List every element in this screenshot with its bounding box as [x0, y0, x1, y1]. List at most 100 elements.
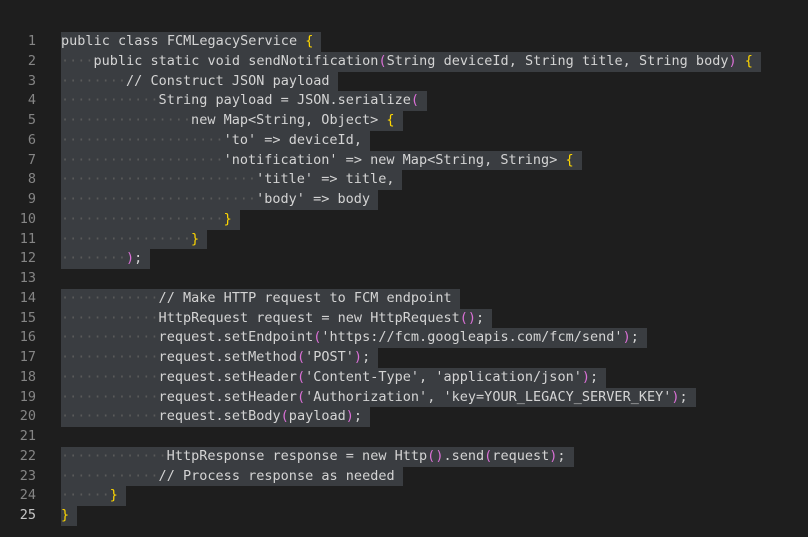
- code-content: request.setHeader('Content-Type', 'appli…: [158, 368, 599, 385]
- line-number: 25: [19, 507, 36, 523]
- code-line[interactable]: 21: [0, 427, 808, 447]
- code-selection: public class FCMLegacyService {: [61, 32, 322, 52]
- code-selection: ············String payload = JSON.serial…: [61, 91, 428, 111]
- code-line[interactable]: 9 ························'body' => body: [0, 190, 808, 210]
- whitespace-markers: ············: [61, 349, 159, 365]
- code-line[interactable]: 24 ······}: [0, 486, 808, 506]
- code-content: request.setHeader('Authorization', 'key=…: [158, 388, 688, 405]
- code-selection: ····public static void sendNotification(…: [61, 51, 761, 72]
- line-number: 6: [27, 131, 36, 148]
- line-number: 21: [19, 428, 36, 444]
- code-line[interactable]: 2 ····public static void sendNotification…: [0, 51, 808, 72]
- code-selection: ····················'notification' => ne…: [61, 150, 582, 171]
- code-selection: ············HttpRequest request = new Ht…: [61, 308, 493, 329]
- code-line[interactable]: 25}: [0, 506, 808, 526]
- code-line[interactable]: 4 ············String payload = JSON.seria…: [0, 91, 808, 111]
- line-number: 3: [27, 72, 36, 89]
- code-selection: ········// Construct JSON payload: [61, 71, 338, 92]
- whitespace-markers: ························: [61, 191, 257, 207]
- code-line[interactable]: 22 ·············HttpResponse response = n…: [0, 446, 808, 467]
- code-selection: ················}: [61, 229, 208, 250]
- whitespace-markers: ············: [61, 467, 159, 484]
- line-number: 7: [27, 151, 36, 168]
- code-content: 'body' => body: [256, 191, 371, 207]
- code-text: ············String payload = JSON.serial…: [61, 91, 428, 111]
- line-number: 19: [19, 388, 36, 405]
- code-text: ········// Construct JSON payload: [61, 71, 338, 92]
- code-line[interactable]: 23 ············// Process response as nee…: [0, 466, 808, 487]
- code-content: 'to' => deviceId,: [223, 131, 362, 148]
- code-text: ················}: [61, 229, 208, 250]
- line-number: 22: [19, 447, 36, 464]
- code-line[interactable]: 17 ············request.setMethod('POST');: [0, 348, 808, 368]
- code-selection: ············request.setBody(payload);: [61, 407, 371, 427]
- code-line[interactable]: 14 ············// Make HTTP request to FC…: [0, 288, 808, 309]
- code-line[interactable]: 16 ············request.setEndpoint('https…: [0, 328, 808, 348]
- code-content: public class FCMLegacyService {: [61, 33, 314, 49]
- code-line[interactable]: 13: [0, 269, 808, 289]
- line-number: 24: [19, 487, 36, 504]
- whitespace-markers: ············: [61, 388, 159, 405]
- whitespace-markers: ····: [61, 52, 94, 69]
- code-line[interactable]: 12 ········);: [0, 249, 808, 269]
- code-selection: ············request.setHeader('Content-T…: [61, 367, 607, 388]
- code-selection: ············// Make HTTP request to FCM …: [61, 288, 460, 309]
- code-line[interactable]: 5 ················new Map<String, Object>…: [0, 111, 808, 131]
- code-selection: ············request.setHeader('Authoriza…: [61, 387, 696, 408]
- whitespace-markers: ········: [61, 72, 127, 89]
- code-content: // Process response as needed: [158, 467, 395, 484]
- code-text: ········);: [61, 249, 151, 269]
- whitespace-markers: ············: [61, 309, 159, 326]
- code-selection: ············// Process response as neede…: [61, 466, 403, 487]
- whitespace-markers: ················: [61, 112, 192, 128]
- line-number: 4: [27, 92, 36, 109]
- code-text: ············request.setBody(payload);: [61, 407, 371, 427]
- code-text: ················new Map<String, Object> …: [61, 111, 403, 131]
- whitespace-markers: ············: [61, 92, 159, 109]
- code-content: HttpRequest request = new HttpRequest();: [158, 309, 485, 326]
- code-text: ····················'notification' => ne…: [61, 150, 582, 171]
- code-text: ······}: [61, 486, 126, 506]
- line-number: 8: [27, 171, 36, 188]
- code-text: ············request.setHeader('Content-T…: [61, 367, 607, 388]
- code-selection: }: [61, 506, 78, 526]
- code-selection: ········);: [61, 249, 151, 269]
- code-content: // Make HTTP request to FCM endpoint: [158, 289, 452, 306]
- code-editor[interactable]: 1 public class FCMLegacyService {2 ····pub…: [0, 0, 808, 537]
- code-content: public static void sendNotification(Stri…: [93, 52, 753, 69]
- whitespace-markers: ····················: [61, 151, 224, 168]
- code-selection: ····················'to' => deviceId,: [61, 130, 370, 151]
- code-content: // Construct JSON payload: [126, 72, 330, 89]
- code-line[interactable]: 15 ············HttpRequest request = new …: [0, 308, 808, 329]
- code-selection: ············request.setMethod('POST');: [61, 348, 379, 368]
- code-content: 'notification' => new Map<String, String…: [223, 151, 574, 168]
- code-content: HttpResponse response = new Http().send(…: [166, 447, 566, 464]
- code-line[interactable]: 7 ····················'notification' => n…: [0, 150, 808, 171]
- code-text: ····················}: [61, 209, 240, 230]
- code-line[interactable]: 20 ············request.setBody(payload);: [0, 407, 808, 427]
- code-selection: ····················}: [61, 209, 240, 230]
- whitespace-markers: ················: [61, 230, 192, 247]
- code-content: String payload = JSON.serialize(: [158, 92, 420, 109]
- code-line[interactable]: 1 public class FCMLegacyService {: [0, 32, 808, 52]
- line-number: 12: [19, 250, 36, 267]
- whitespace-markers: ············: [61, 289, 159, 306]
- code-content: request.setMethod('POST');: [158, 349, 371, 365]
- code-line[interactable]: 6 ····················'to' => deviceId,: [0, 130, 808, 151]
- code-content: 'title' => title,: [256, 171, 395, 188]
- code-content: }: [61, 507, 70, 523]
- line-number: 17: [19, 349, 36, 365]
- line-number: 18: [19, 368, 36, 385]
- code-line[interactable]: 11 ················}: [0, 229, 808, 250]
- whitespace-markers: ········: [61, 250, 127, 267]
- code-text: }: [61, 506, 78, 526]
- code-selection: ························'body' => body: [61, 190, 379, 210]
- code-line[interactable]: 3 ········// Construct JSON payload: [0, 71, 808, 92]
- line-number: 5: [27, 112, 36, 128]
- whitespace-markers: ············: [61, 329, 159, 346]
- code-line[interactable]: 19 ············request.setHeader('Authori…: [0, 387, 808, 408]
- code-line[interactable]: 18 ············request.setHeader('Content…: [0, 367, 808, 388]
- code-text: ············// Make HTTP request to FCM …: [61, 288, 460, 309]
- code-line[interactable]: 10 ····················}: [0, 209, 808, 230]
- code-line[interactable]: 8 ························'title' => titl…: [0, 170, 808, 190]
